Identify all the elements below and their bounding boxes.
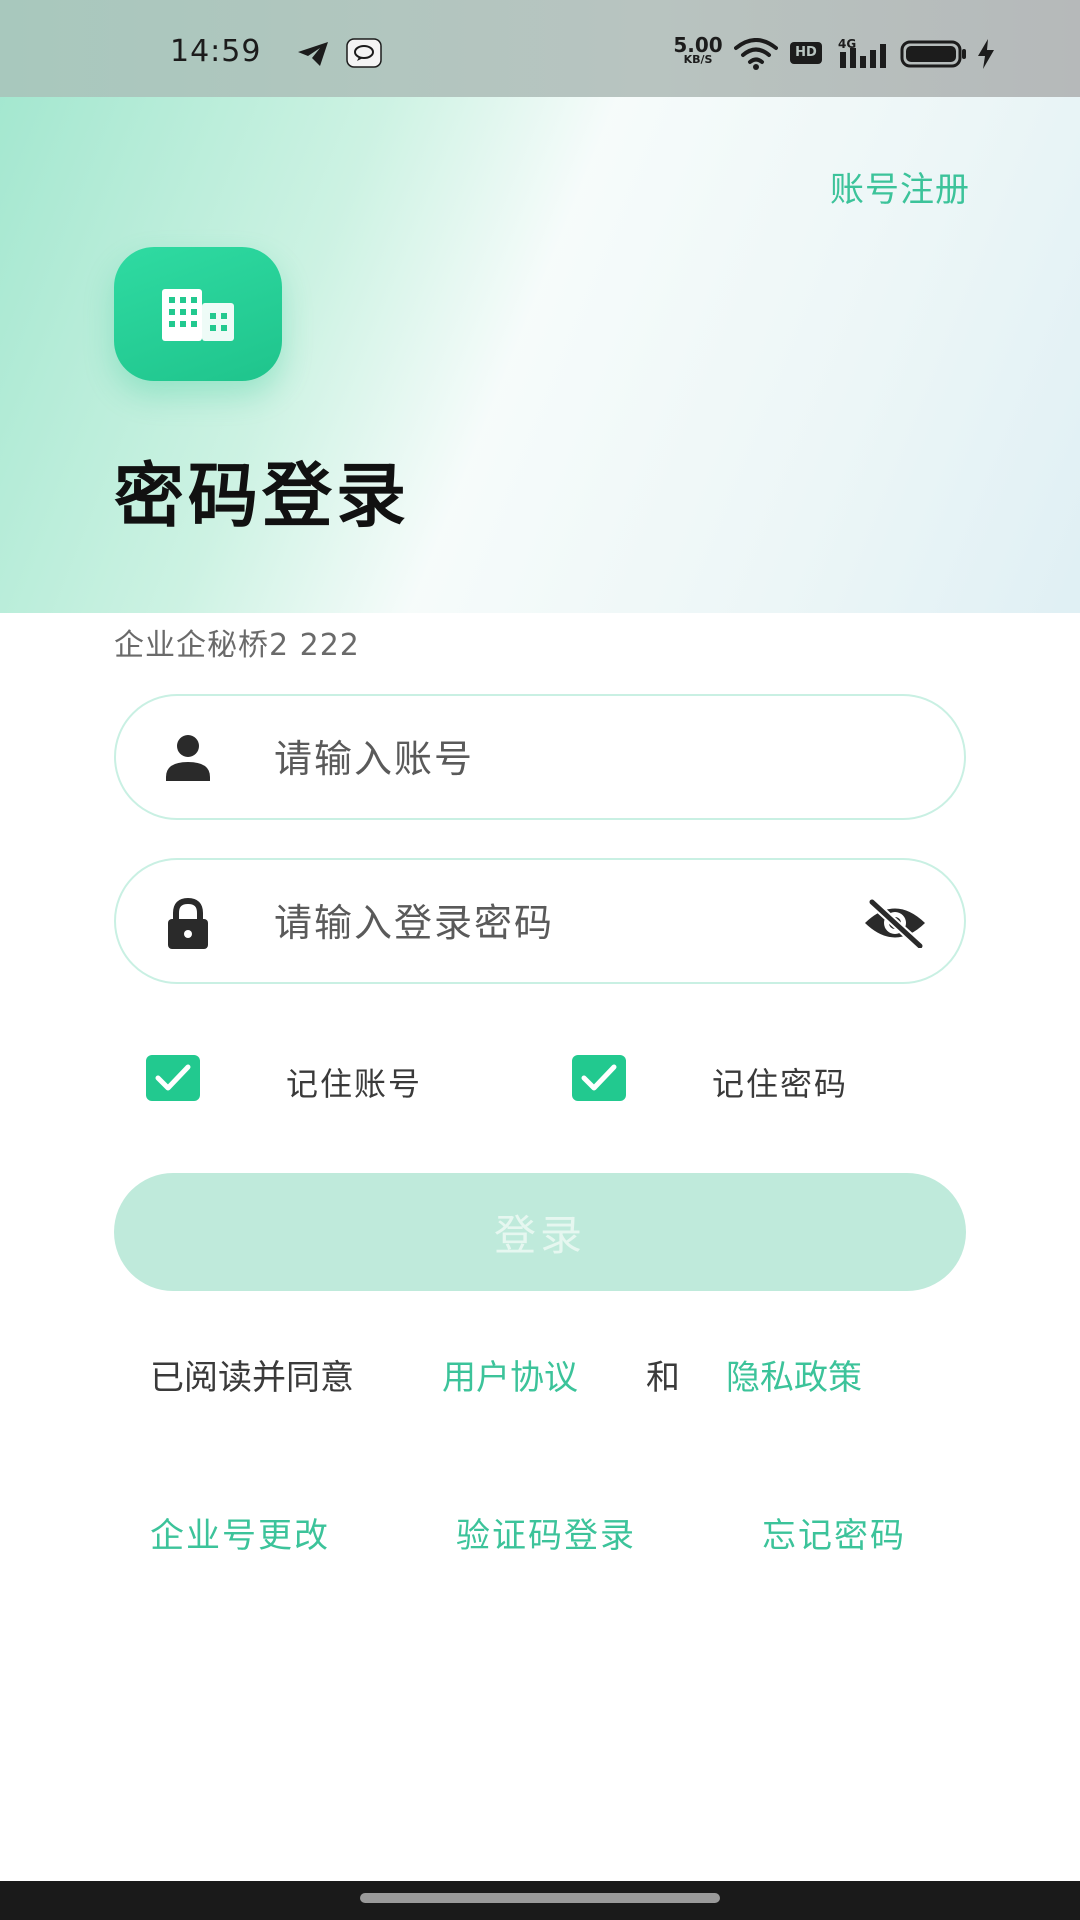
status-bar: 14:59 5.00 KB/S HD 4G	[0, 0, 1080, 97]
privacy-policy-link[interactable]: 隐私政策	[726, 1350, 862, 1399]
lock-icon	[168, 897, 208, 949]
signal-4g-icon: 4G	[838, 37, 886, 68]
register-link[interactable]: 账号注册	[830, 162, 970, 211]
user-agreement-link[interactable]: 用户协议	[442, 1350, 578, 1399]
remember-account-label: 记住账号	[286, 1065, 423, 1103]
charging-bolt-icon	[978, 39, 994, 69]
remember-account-checkbox[interactable]	[146, 1055, 200, 1101]
agreement-prefix: 已阅读并同意	[150, 1358, 354, 1398]
change-company-link[interactable]: 企业号更改	[150, 1508, 330, 1557]
eye-off-icon[interactable]	[862, 898, 928, 948]
network-speed: 5.00 KB/S	[673, 33, 723, 66]
checkmark-icon	[155, 1064, 191, 1091]
telegram-icon	[298, 42, 328, 66]
building-icon	[162, 289, 234, 341]
battery-icon	[900, 40, 966, 68]
remember-password-label: 记住密码	[712, 1065, 849, 1103]
remember-password-checkbox[interactable]	[572, 1055, 626, 1101]
navigation-bar	[0, 1881, 1080, 1920]
company-name-label: 企业企秘桥2 222	[114, 628, 360, 663]
sms-login-link[interactable]: 验证码登录	[456, 1508, 636, 1557]
agreement-and: 和	[646, 1358, 680, 1398]
message-bubble-icon	[346, 38, 382, 68]
app-logo	[114, 247, 282, 381]
account-input[interactable]	[272, 726, 796, 792]
person-icon	[166, 735, 210, 781]
home-indicator[interactable]	[360, 1893, 720, 1903]
account-field[interactable]	[114, 694, 966, 820]
wifi-icon	[734, 38, 778, 70]
status-time: 14:59	[170, 34, 262, 69]
checkmark-icon	[581, 1064, 617, 1091]
login-screen: 14:59 5.00 KB/S HD 4G 账号注册 密码登录 企业企秘桥2 2…	[0, 0, 1080, 1920]
password-field[interactable]	[114, 858, 966, 984]
forgot-password-link[interactable]: 忘记密码	[762, 1508, 906, 1557]
password-input[interactable]	[272, 890, 796, 956]
login-button[interactable]: 登录	[114, 1173, 966, 1291]
hd-badge: HD	[790, 42, 822, 64]
page-title: 密码登录	[114, 455, 410, 537]
